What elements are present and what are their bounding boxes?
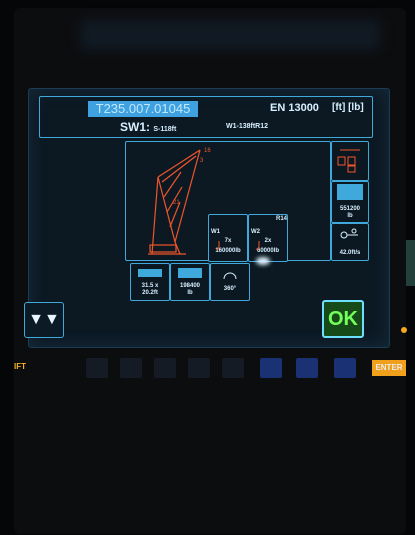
units-label: [ft] [lb] bbox=[332, 102, 364, 113]
outrigger-value-1: 31.5 x bbox=[141, 283, 159, 289]
sw-right-config: W1-138ftR12 bbox=[226, 123, 269, 130]
norm-label: EN 13000 bbox=[270, 102, 319, 114]
winch-w2-label: W2 bbox=[251, 229, 260, 235]
outrigger-value-2: 20.2ft bbox=[142, 290, 158, 296]
boom-tip-label-2: 3 bbox=[200, 158, 204, 164]
config-code[interactable]: T235.007.01045 bbox=[88, 101, 198, 117]
double-hook-icon bbox=[337, 149, 360, 173]
winch-w2-top-label: R14 bbox=[275, 216, 287, 222]
outrigger-tile[interactable]: 31.5 x 20.2ft bbox=[130, 263, 170, 301]
slewing-value: 360° bbox=[223, 286, 237, 292]
hook-icon bbox=[255, 241, 260, 250]
key-4[interactable] bbox=[188, 358, 210, 378]
slewing-tile[interactable]: 360° bbox=[210, 263, 250, 301]
winch-w2-tile[interactable]: R14 W2 2x 60000lb bbox=[248, 214, 288, 262]
counterweight-unit: lb bbox=[347, 213, 353, 219]
counterweight-value: 551200 bbox=[339, 206, 361, 212]
right-load-hooks-tile[interactable] bbox=[331, 141, 369, 181]
key-2[interactable] bbox=[120, 358, 142, 378]
top-blurred-area bbox=[80, 20, 380, 50]
ballast-value-2: lb bbox=[187, 290, 193, 296]
key-f3[interactable] bbox=[334, 358, 356, 378]
sw-label: SW1: bbox=[120, 120, 150, 134]
sw-config: SW1: S-118ft bbox=[120, 120, 176, 134]
rotation-icon bbox=[223, 272, 237, 280]
key-3[interactable] bbox=[154, 358, 176, 378]
ok-button[interactable]: OK bbox=[322, 300, 364, 338]
ballast-value-1: 198400 bbox=[179, 283, 201, 289]
ballast-icon bbox=[178, 268, 202, 278]
counterweight-icon bbox=[337, 184, 363, 200]
hook-icon bbox=[215, 241, 220, 250]
scroll-down-button[interactable]: ▼▼ bbox=[24, 302, 64, 338]
key-f2[interactable] bbox=[296, 358, 318, 378]
wind-speed-tile[interactable]: 42.0ft/s bbox=[331, 223, 369, 261]
key-1[interactable] bbox=[86, 358, 108, 378]
boom-tip-label-1: 16 bbox=[204, 148, 211, 154]
header-panel: T235.007.01045 EN 13000 [ft] [lb] SW1: S… bbox=[39, 96, 373, 138]
shift-key-label[interactable]: IFT bbox=[14, 362, 26, 371]
ballast-tile[interactable]: 198400 lb bbox=[170, 263, 210, 301]
key-f1[interactable] bbox=[260, 358, 282, 378]
wind-speed-value: 42.0ft/s bbox=[339, 250, 361, 256]
keyboard-row: IFT ENTER bbox=[14, 350, 406, 386]
screen-glare bbox=[256, 257, 270, 265]
enter-key[interactable]: ENTER bbox=[372, 360, 406, 376]
key-5[interactable] bbox=[222, 358, 244, 378]
wind-sensor-icon bbox=[340, 228, 358, 239]
outrigger-icon bbox=[138, 269, 162, 277]
boom-mid-label: 21 bbox=[173, 200, 180, 206]
sw-value: S-118ft bbox=[153, 126, 177, 133]
winch-w1-label: W1 bbox=[211, 229, 220, 235]
counterweight-tile[interactable]: 551200 lb bbox=[331, 181, 369, 223]
winch-w1-tile[interactable]: W1 7x 160000lb bbox=[208, 214, 248, 262]
side-panel-edge bbox=[406, 240, 415, 286]
status-led bbox=[401, 327, 407, 333]
